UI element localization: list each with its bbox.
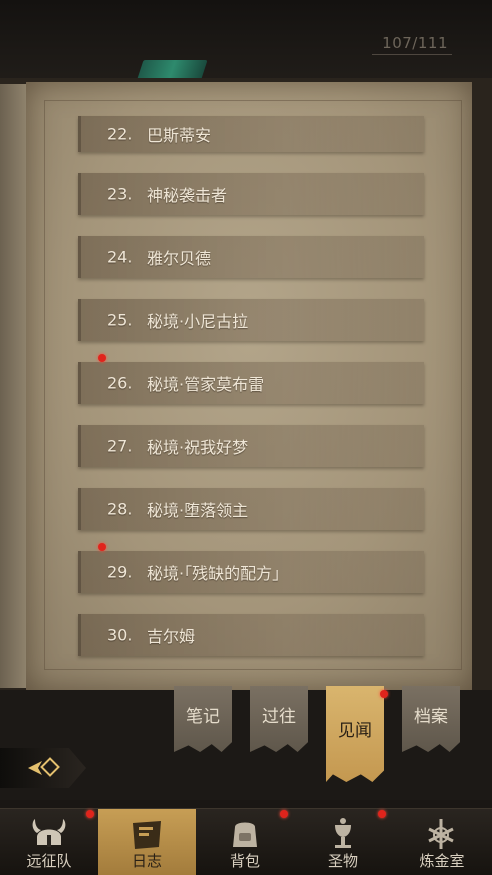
- entry-title: 吉尔姆: [147, 627, 196, 646]
- entry-title: 神秘袭击者: [147, 186, 228, 205]
- nav-relics-dot: [378, 810, 386, 818]
- diamond-arrow-icon: [28, 757, 60, 777]
- backpack-icon: [233, 822, 257, 847]
- journal-entry-24[interactable]: 24. 雅尔贝德: [78, 236, 424, 278]
- entry-title: 秘境·「残缺的配方」: [147, 564, 289, 583]
- journal-book-icon: [133, 821, 161, 849]
- book-left-page-edge: [0, 84, 26, 688]
- entry-number: 25.: [107, 310, 133, 330]
- entry-title: 秘境·小尼古拉: [147, 312, 249, 331]
- nav-label: 背包: [229, 852, 260, 870]
- tab-encounters-dot: [380, 690, 388, 698]
- alchemy-symbol-icon: [428, 819, 454, 849]
- journal-entry-list: 22. 巴斯蒂安 23. 神秘袭击者 24. 雅尔贝德 25. 秘境·小尼古拉 …: [78, 96, 424, 677]
- entry-title: 雅尔贝德: [147, 249, 212, 268]
- nav-expedition[interactable]: 远征队: [0, 809, 98, 875]
- journal-entry-22[interactable]: 22. 巴斯蒂安: [78, 116, 424, 152]
- nav-journal[interactable]: 日志: [98, 809, 196, 875]
- entry-title: 秘境·堕落领主: [147, 501, 249, 520]
- nav-label: 远征队: [26, 852, 72, 870]
- entry-title: 巴斯蒂安: [147, 126, 212, 145]
- counter-underline: [372, 54, 452, 55]
- journal-entry-23[interactable]: 23. 神秘袭击者: [78, 173, 424, 215]
- bottom-nav: 远征队 日志 背包 圣物 炼金室: [0, 808, 492, 875]
- entry-number: 26.: [107, 373, 133, 393]
- tab-archive[interactable]: 档案: [402, 686, 460, 752]
- tab-encounters[interactable]: 见闻: [326, 686, 384, 782]
- nav-relics[interactable]: 圣物: [294, 809, 392, 875]
- entry-number: 23.: [107, 184, 133, 204]
- journal-entry-30[interactable]: 30. 吉尔姆: [78, 614, 424, 656]
- nav-expedition-dot: [86, 810, 94, 818]
- entry-title: 秘境·祝我好梦: [147, 438, 249, 457]
- journal-entry-27[interactable]: 27. 秘境·祝我好梦: [78, 425, 424, 467]
- entry-number: 27.: [107, 436, 133, 456]
- nav-label: 圣物: [327, 852, 358, 870]
- tab-label: 笔记: [186, 707, 220, 727]
- entry-counter: 107/111: [382, 34, 448, 52]
- back-button[interactable]: [0, 748, 86, 788]
- tab-label: 过往: [262, 707, 296, 727]
- nav-backpack[interactable]: 背包: [196, 809, 294, 875]
- journal-entry-28[interactable]: 28. 秘境·堕落领主: [78, 488, 424, 530]
- tab-label: 见闻: [338, 721, 372, 741]
- nav-label: 炼金室: [419, 852, 465, 870]
- tab-past[interactable]: 过往: [250, 686, 308, 752]
- tab-notes[interactable]: 笔记: [174, 686, 232, 752]
- entry-number: 22.: [107, 124, 133, 144]
- entry-title: 秘境·管家莫布雷: [147, 375, 265, 394]
- nav-alchemy[interactable]: 炼金室: [392, 809, 492, 875]
- journal-entry-25[interactable]: 25. 秘境·小尼古拉: [78, 299, 424, 341]
- journal-entry-26[interactable]: 26. 秘境·管家莫布雷: [78, 362, 424, 404]
- entry-number: 29.: [107, 562, 133, 582]
- new-entry-dot-29: [98, 543, 106, 551]
- nav-label: 日志: [131, 852, 162, 870]
- nav-backpack-dot: [280, 810, 288, 818]
- entry-number: 30.: [107, 625, 133, 645]
- new-entry-dot-26: [98, 354, 106, 362]
- journal-entry-29[interactable]: 29. 秘境·「残缺的配方」: [78, 551, 424, 593]
- entry-number: 24.: [107, 247, 133, 267]
- entry-number: 28.: [107, 499, 133, 519]
- relic-chalice-icon: [335, 818, 351, 848]
- tab-label: 档案: [414, 707, 448, 727]
- viking-helmet-icon: [32, 819, 66, 847]
